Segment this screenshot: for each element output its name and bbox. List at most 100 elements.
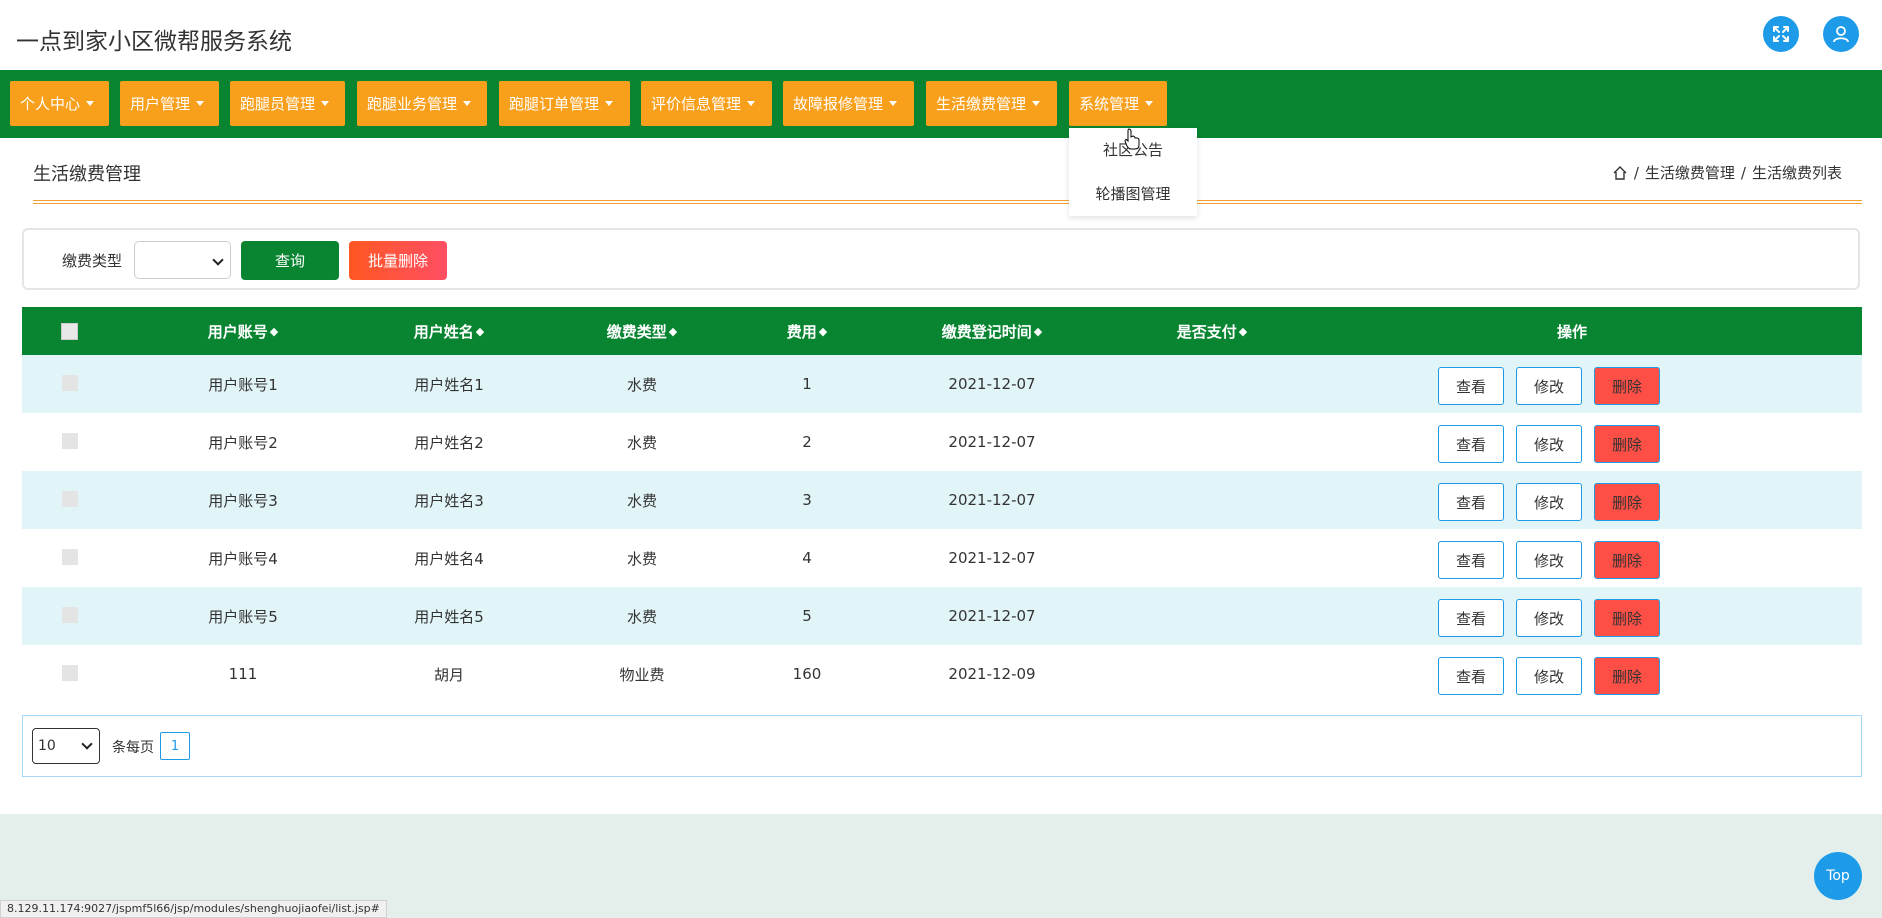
row-checkbox[interactable] xyxy=(62,665,78,681)
header-label: 缴费登记时间 xyxy=(941,322,1032,341)
cell-paid xyxy=(1102,529,1322,587)
cell-name: 用户姓名3 xyxy=(414,491,484,510)
back-to-top-button[interactable]: Top xyxy=(1814,852,1862,900)
nav-item-repairs[interactable]: 故障报修管理 xyxy=(783,81,914,126)
nav-item-errand-business[interactable]: 跑腿业务管理 xyxy=(357,81,487,126)
cell-paid xyxy=(1102,355,1322,413)
caret-down-icon xyxy=(747,101,756,106)
nav-label: 故障报修管理 xyxy=(793,95,884,113)
page-header: 生活缴费管理 / 生活缴费管理 / 生活缴费列表 xyxy=(0,138,1882,208)
cell-fee: 5 xyxy=(802,607,812,625)
cell-time: 2021-12-07 xyxy=(948,607,1036,625)
breadcrumb-level1[interactable]: 生活缴费管理 xyxy=(1645,162,1735,183)
cell-time: 2021-12-07 xyxy=(948,491,1036,509)
cell-account: 用户账号5 xyxy=(208,607,278,626)
header-type[interactable]: 缴费类型 ◆ xyxy=(552,307,732,355)
sort-icon: ◆ xyxy=(1238,324,1248,338)
user-icon[interactable] xyxy=(1823,16,1859,52)
caret-down-icon xyxy=(605,101,614,106)
row-checkbox[interactable] xyxy=(62,375,78,391)
row-checkbox[interactable] xyxy=(62,491,78,507)
caret-down-icon xyxy=(1145,101,1154,106)
cell-fee: 160 xyxy=(792,665,822,683)
breadcrumb-level2: 生活缴费列表 xyxy=(1751,164,1842,182)
caret-down-icon xyxy=(889,101,898,106)
cell-fee: 2 xyxy=(802,433,812,451)
delete-button[interactable]: 删除 xyxy=(1594,483,1660,521)
table-row: 用户账号5 用户姓名5 水费 5 2021-12-07 查看 修改 删除 xyxy=(22,587,1862,645)
delete-button[interactable]: 删除 xyxy=(1594,367,1660,405)
header-label: 用户账号 xyxy=(207,322,268,341)
page-number-button[interactable]: 1 xyxy=(160,732,190,760)
query-button[interactable]: 查询 xyxy=(241,241,339,280)
cell-time: 2021-12-09 xyxy=(948,665,1036,683)
cell-time: 2021-12-07 xyxy=(948,433,1036,451)
delete-button[interactable]: 删除 xyxy=(1594,425,1660,463)
nav-item-reviews[interactable]: 评价信息管理 xyxy=(641,81,772,126)
cell-account: 111 xyxy=(228,665,258,683)
header-name[interactable]: 用户姓名 ◆ xyxy=(346,307,552,355)
edit-button[interactable]: 修改 xyxy=(1516,541,1582,579)
view-button[interactable]: 查看 xyxy=(1438,367,1504,405)
nav-item-errand-orders[interactable]: 跑腿订单管理 xyxy=(499,81,630,126)
header-label: 是否支付 xyxy=(1176,322,1237,341)
delete-button[interactable]: 删除 xyxy=(1594,599,1660,637)
cell-account: 用户账号2 xyxy=(208,433,278,452)
view-button[interactable]: 查看 xyxy=(1438,425,1504,463)
view-button[interactable]: 查看 xyxy=(1438,657,1504,695)
app-title: 一点到家小区微帮服务系统 xyxy=(16,29,292,55)
hand-cursor-icon xyxy=(1124,128,1140,150)
header-label: 缴费类型 xyxy=(606,322,667,341)
sort-icon: ◆ xyxy=(1033,324,1043,338)
edit-button[interactable]: 修改 xyxy=(1516,425,1582,463)
header-divider xyxy=(33,200,1862,204)
cell-name: 用户姓名4 xyxy=(414,549,484,568)
caret-down-icon xyxy=(1032,101,1041,106)
header-account[interactable]: 用户账号 ◆ xyxy=(140,307,346,355)
delete-button[interactable]: 删除 xyxy=(1594,657,1660,695)
view-button[interactable]: 查看 xyxy=(1438,483,1504,521)
view-button[interactable]: 查看 xyxy=(1438,599,1504,637)
breadcrumb: / 生活缴费管理 / 生活缴费列表 xyxy=(1612,162,1842,183)
delete-button[interactable]: 删除 xyxy=(1594,541,1660,579)
payment-type-select[interactable] xyxy=(134,241,231,279)
nav-label: 跑腿订单管理 xyxy=(509,95,600,113)
edit-button[interactable]: 修改 xyxy=(1516,483,1582,521)
row-checkbox[interactable] xyxy=(62,433,78,449)
select-all-checkbox[interactable] xyxy=(61,323,78,340)
payment-type-label: 缴费类型 xyxy=(62,252,123,270)
dropdown-item-carousel-management[interactable]: 轮播图管理 xyxy=(1069,172,1197,216)
edit-button[interactable]: 修改 xyxy=(1516,599,1582,637)
cell-paid xyxy=(1102,645,1322,703)
batch-delete-button[interactable]: 批量删除 xyxy=(349,241,447,280)
home-icon[interactable] xyxy=(1612,165,1628,181)
cell-time: 2021-12-07 xyxy=(948,549,1036,567)
sort-icon: ◆ xyxy=(818,324,828,338)
table-row: 用户账号4 用户姓名4 水费 4 2021-12-07 查看 修改 删除 xyxy=(22,529,1862,587)
sort-icon: ◆ xyxy=(269,324,279,338)
header-fee[interactable]: 费用 ◆ xyxy=(732,307,882,355)
header-paid[interactable]: 是否支付 ◆ xyxy=(1102,307,1322,355)
view-button[interactable]: 查看 xyxy=(1438,541,1504,579)
nav-item-user-management[interactable]: 用户管理 xyxy=(120,81,219,126)
nav-item-system-management[interactable]: 系统管理 xyxy=(1069,81,1167,126)
caret-down-icon xyxy=(321,101,330,106)
cell-type: 物业费 xyxy=(619,665,665,684)
cell-fee: 1 xyxy=(802,375,812,393)
edit-button[interactable]: 修改 xyxy=(1516,367,1582,405)
status-bar-url: 8.129.11.174:9027/jspmf5l66/jsp/modules/… xyxy=(0,900,387,918)
nav-item-runner-management[interactable]: 跑腿员管理 xyxy=(230,81,345,126)
cell-type: 水费 xyxy=(626,607,657,626)
nav-item-utility-payments[interactable]: 生活缴费管理 xyxy=(926,81,1057,126)
pagination: 10 条每页 1 xyxy=(22,715,1862,777)
header-time[interactable]: 缴费登记时间 ◆ xyxy=(882,307,1102,355)
row-checkbox[interactable] xyxy=(62,607,78,623)
edit-button[interactable]: 修改 xyxy=(1516,657,1582,695)
table-row: 用户账号2 用户姓名2 水费 2 2021-12-07 查看 修改 删除 xyxy=(22,413,1862,471)
row-checkbox[interactable] xyxy=(62,549,78,565)
fullscreen-icon[interactable] xyxy=(1763,16,1799,52)
nav-label: 系统管理 xyxy=(1079,95,1140,113)
page-size-select[interactable]: 10 xyxy=(32,728,100,764)
breadcrumb-separator: / xyxy=(1633,163,1639,182)
nav-item-personal-center[interactable]: 个人中心 xyxy=(10,81,109,126)
